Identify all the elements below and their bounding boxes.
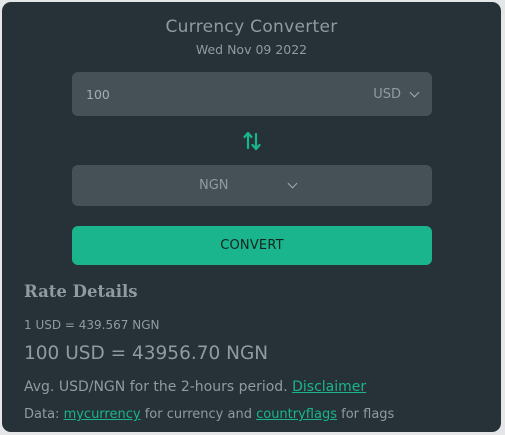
convert-button[interactable]: CONVERT xyxy=(72,226,432,265)
amount-input[interactable] xyxy=(86,72,326,116)
amount-field-container: USD xyxy=(72,72,432,116)
unit-rate-text: 1 USD = 439.567 NGN xyxy=(24,318,160,332)
swap-currencies-button[interactable] xyxy=(242,130,262,152)
to-currency-select[interactable]: NGN xyxy=(199,165,297,206)
swap-vertical-arrows-icon xyxy=(243,131,261,151)
chevron-down-icon xyxy=(409,87,420,97)
data-prefix: Data: xyxy=(24,407,60,422)
to-currency-container: NGN xyxy=(72,165,432,206)
current-date: Wed Nov 09 2022 xyxy=(195,42,308,57)
from-currency-value: USD xyxy=(373,86,401,102)
to-currency-value: NGN xyxy=(199,178,229,193)
chevron-down-icon xyxy=(287,178,297,189)
data-sources-line: Data: mycurrency for currency and countr… xyxy=(24,407,394,422)
average-rate-note: Avg. USD/NGN for the 2-hours period. Dis… xyxy=(24,379,366,395)
from-currency-select[interactable]: USD xyxy=(373,72,420,116)
app-title: Currency Converter xyxy=(165,17,338,37)
average-rate-text: Avg. USD/NGN for the 2-hours period. xyxy=(24,379,288,395)
rate-details-heading: Rate Details xyxy=(24,282,138,301)
flags-suffix: for flags xyxy=(341,407,395,422)
mycurrency-link[interactable]: mycurrency xyxy=(64,407,141,422)
disclaimer-link[interactable]: Disclaimer xyxy=(292,379,366,395)
conversion-result: 100 USD = 43956.70 NGN xyxy=(24,343,269,364)
converter-card: Currency Converter Wed Nov 09 2022 USD N… xyxy=(2,2,501,432)
currency-suffix: for currency and xyxy=(144,407,252,422)
countryflags-link[interactable]: countryflags xyxy=(256,407,337,422)
